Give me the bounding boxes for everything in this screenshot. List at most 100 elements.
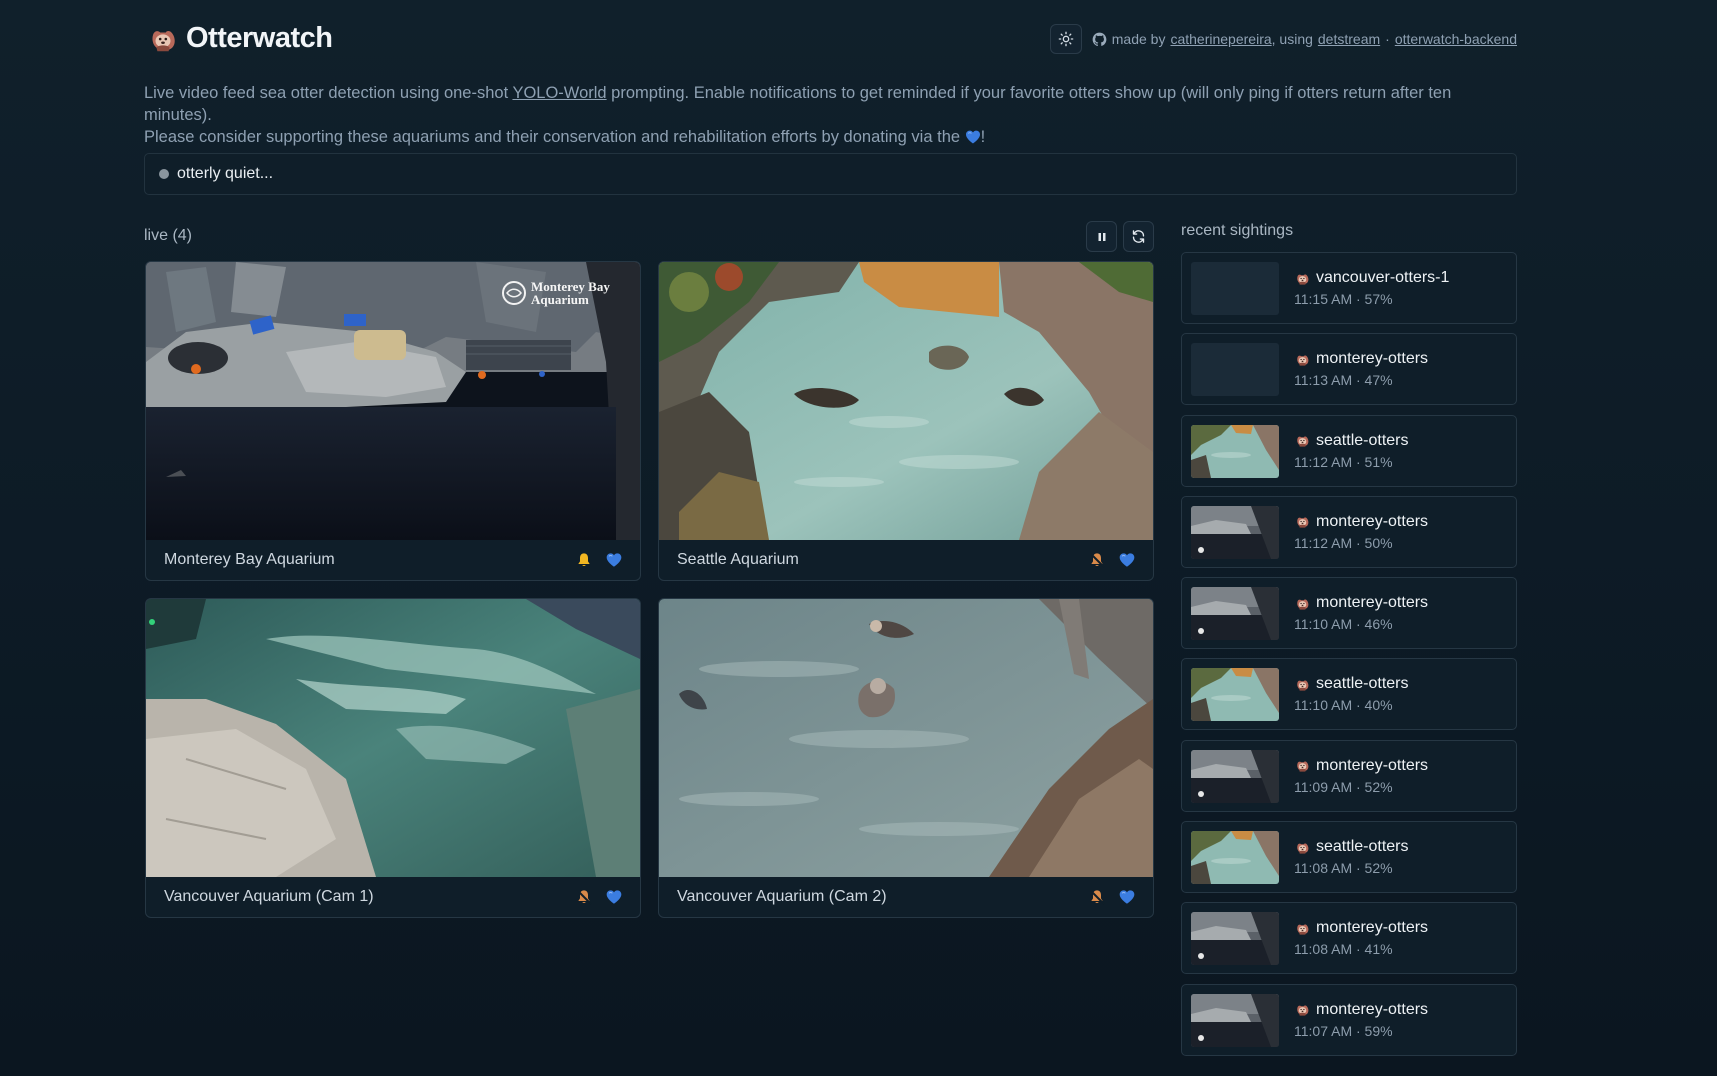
sighting-camera-name: seattle-otters: [1316, 431, 1409, 449]
sighting-meta: 11:12 AM · 50%: [1294, 534, 1393, 551]
bell-muted-icon[interactable]: [1089, 552, 1105, 568]
camera-card: Vancouver Aquarium (Cam 2): [658, 598, 1154, 918]
camera-actions: [1089, 552, 1135, 568]
sighting-item[interactable]: monterey-otters 11:09 AM · 52%: [1181, 739, 1517, 812]
pause-button[interactable]: [1086, 221, 1117, 252]
bell-muted-icon[interactable]: [576, 889, 592, 905]
camera-feed-seattle[interactable]: [659, 262, 1153, 540]
sighting-item[interactable]: monterey-otters 11:12 AM · 50%: [1181, 495, 1517, 568]
credit-line: made by catherinepereira, using detstrea…: [1092, 31, 1517, 47]
brand[interactable]: Otterwatch: [148, 22, 333, 55]
intro-part4: !: [980, 128, 986, 146]
otter-icon: [1295, 758, 1310, 773]
live-controls: [1086, 221, 1154, 252]
sighting-camera: monterey-otters: [1295, 919, 1428, 937]
camera-feed-vancouver-cam1[interactable]: [146, 599, 640, 877]
recent-sightings-list: vancouver-otters-1 11:15 AM · 57% monterey…: [1181, 252, 1517, 1065]
sighting-thumbnail[interactable]: [1191, 424, 1279, 478]
sighting-camera-name: vancouver-otters-1: [1316, 269, 1450, 286]
page: Otterwatch made by catherinepereira , us…: [144, 0, 1517, 1076]
sighting-item[interactable]: vancouver-otters-1 11:15 AM · 57%: [1181, 252, 1517, 324]
otter-icon: [1295, 840, 1310, 855]
sighting-thumbnail[interactable]: [1191, 912, 1279, 966]
camera-card-footer: Seattle Aquarium: [659, 540, 1153, 580]
camera-name: Vancouver Aquarium (Cam 1): [164, 888, 374, 905]
camera-card-footer: Vancouver Aquarium (Cam 1): [146, 877, 640, 917]
camera-name: Monterey Bay Aquarium: [164, 551, 335, 568]
sun-icon: [1058, 31, 1074, 47]
recent-sightings-label: recent sightings: [1181, 222, 1294, 239]
backend-link[interactable]: otterwatch-backend: [1395, 31, 1517, 47]
sighting-camera: monterey-otters: [1295, 350, 1428, 368]
otter-icon: [1295, 677, 1310, 692]
sighting-thumbnail[interactable]: [1191, 505, 1279, 559]
camera-card-footer: Monterey Bay Aquarium: [146, 540, 640, 580]
sighting-item[interactable]: monterey-otters 11:13 AM · 47%: [1181, 333, 1517, 406]
pause-icon: [1098, 232, 1105, 241]
header-right: made by catherinepereira, using detstrea…: [1049, 24, 1517, 54]
sighting-camera-name: monterey-otters: [1316, 350, 1429, 368]
sighting-item[interactable]: seattle-otters 11:12 AM · 51%: [1181, 414, 1517, 487]
status-bar: otterly quiet...: [144, 153, 1517, 195]
sighting-thumbnail[interactable]: [1191, 343, 1279, 397]
sighting-thumbnail[interactable]: [1191, 749, 1279, 803]
heart-icon[interactable]: [1119, 552, 1135, 568]
sighting-meta: 11:10 AM · 46%: [1294, 616, 1393, 633]
heart-icon[interactable]: [1119, 889, 1135, 905]
sighting-camera-name: monterey-otters: [1316, 594, 1429, 612]
sighting-camera: monterey-otters: [1295, 594, 1428, 612]
github-icon[interactable]: [1092, 32, 1107, 47]
intro-text: Live video feed sea otter detection usin…: [144, 82, 1517, 148]
sighting-item[interactable]: monterey-otters 11:10 AM · 46%: [1181, 577, 1517, 650]
bell-muted-icon[interactable]: [1089, 889, 1105, 905]
camera-actions: [576, 889, 622, 905]
detstream-link[interactable]: detstream: [1318, 31, 1380, 47]
sighting-camera: monterey-otters: [1295, 1001, 1428, 1019]
otter-icon: [1295, 433, 1310, 448]
sighting-camera-name: monterey-otters: [1316, 919, 1429, 937]
sighting-thumbnail[interactable]: [1191, 831, 1279, 885]
sighting-camera: vancouver-otters-1: [1295, 269, 1449, 287]
heart-icon[interactable]: [606, 889, 622, 905]
credit-prefix: made by: [1111, 31, 1166, 47]
otter-icon: [1295, 271, 1310, 286]
sighting-meta: 11:10 AM · 40%: [1294, 697, 1393, 714]
author-link[interactable]: catherinepereira: [1170, 31, 1271, 47]
theme-toggle-button[interactable]: [1049, 24, 1082, 54]
sighting-meta: 11:12 AM · 51%: [1294, 453, 1393, 470]
camera-feed-vancouver-cam2[interactable]: [659, 599, 1153, 877]
camera-card: Monterey Bay Aquarium Monterey Bay Aquar…: [145, 261, 641, 581]
yolo-world-link[interactable]: YOLO-World: [512, 84, 606, 102]
status-text: otterly quiet...: [177, 165, 274, 182]
sighting-item[interactable]: seattle-otters 11:10 AM · 40%: [1181, 658, 1517, 731]
sighting-thumbnail[interactable]: [1191, 262, 1279, 315]
live-label: live (4): [144, 227, 193, 244]
sighting-camera: seattle-otters: [1295, 432, 1408, 450]
svg-text:Aquarium: Aquarium: [531, 292, 589, 307]
sighting-thumbnail[interactable]: [1191, 993, 1279, 1047]
otter-logo-icon: [148, 24, 178, 54]
camera-actions: [1089, 889, 1135, 905]
refresh-button[interactable]: [1123, 221, 1154, 252]
camera-feed-monterey[interactable]: Monterey Bay Aquarium: [146, 262, 640, 540]
camera-card: Seattle Aquarium: [658, 261, 1154, 581]
sighting-thumbnail[interactable]: [1191, 668, 1279, 722]
sighting-meta: 11:08 AM · 41%: [1294, 941, 1393, 958]
credit-separator: ·: [1385, 31, 1390, 47]
otter-icon: [1295, 596, 1310, 611]
otter-icon: [1295, 514, 1310, 529]
refresh-icon: [1132, 230, 1145, 243]
sighting-camera-name: monterey-otters: [1316, 512, 1429, 530]
otter-icon: [1295, 1002, 1310, 1017]
sighting-thumbnail[interactable]: [1191, 587, 1279, 641]
sighting-item[interactable]: seattle-otters 11:08 AM · 52%: [1181, 821, 1517, 894]
sighting-meta: 11:08 AM · 52%: [1294, 860, 1393, 877]
bell-active-icon[interactable]: [576, 552, 592, 568]
sighting-camera: monterey-otters: [1295, 757, 1428, 775]
intro-line-1: Live video feed sea otter detection usin…: [144, 82, 1517, 126]
sighting-item[interactable]: monterey-otters 11:07 AM · 59%: [1181, 983, 1517, 1056]
heart-icon[interactable]: [606, 552, 622, 568]
intro-part1: Live video feed sea otter detection usin…: [144, 84, 513, 102]
sighting-item[interactable]: monterey-otters 11:08 AM · 41%: [1181, 902, 1517, 975]
camera-actions: [576, 552, 622, 568]
